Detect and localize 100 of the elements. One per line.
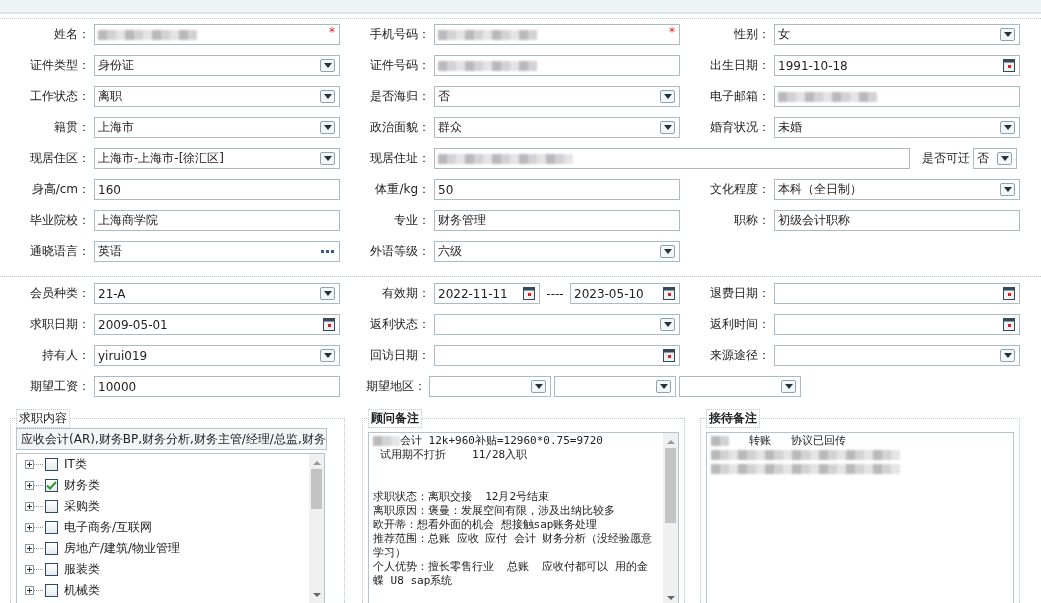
calendar-icon[interactable] bbox=[1003, 59, 1015, 72]
category-label[interactable]: 服装类 bbox=[64, 561, 100, 578]
summary-field[interactable]: 应收会计(AR),财务BP,财务分析,财务主管/经理/总监,财务 bbox=[16, 428, 327, 450]
field-label: 外语等级： bbox=[369, 243, 431, 260]
select-field[interactable] bbox=[434, 314, 680, 335]
scrollbar[interactable] bbox=[663, 433, 678, 603]
text-field[interactable]: 初级会计职称 bbox=[774, 210, 1020, 231]
expand-icon[interactable] bbox=[25, 586, 34, 595]
expand-icon[interactable] bbox=[25, 481, 34, 490]
expand-icon[interactable] bbox=[25, 544, 34, 553]
select-field[interactable]: yirui019 bbox=[94, 345, 340, 366]
checkbox[interactable] bbox=[45, 521, 58, 534]
calendar-icon[interactable] bbox=[663, 287, 675, 300]
field-label: 现居住区： bbox=[29, 150, 91, 167]
field-label: 持有人： bbox=[41, 347, 91, 364]
expand-icon[interactable] bbox=[25, 523, 34, 532]
select-field[interactable]: 未婚 bbox=[774, 117, 1020, 138]
select-field[interactable] bbox=[554, 376, 676, 397]
group-title: 顾问备注 bbox=[368, 409, 422, 428]
calendar-icon[interactable] bbox=[1003, 287, 1015, 300]
select-field[interactable]: 否 bbox=[434, 86, 680, 107]
note-textarea[interactable]: 会计 12k+960补贴=12960*0.75=9720 试用期不打折 11/28入职 求职状态：离职交接 12月2号结束 离职原因：褒曼：发展空间有限，涉及出纳比较多 欧开蒂：想看外面的机会 想接触sap账务处理 推荐范围：总账 应收 应付 会计 财务分析（没经验愿意学习） 个人优势：擅长零售行业 总账 应收付都可以 用的金蝶 U8 sap系统 bbox=[368, 432, 679, 603]
select-value: 上海市 bbox=[98, 119, 134, 136]
date-field[interactable] bbox=[434, 345, 680, 366]
date-field[interactable] bbox=[774, 314, 1020, 335]
checkbox[interactable] bbox=[45, 479, 58, 492]
field-label: 政治面貌： bbox=[369, 119, 431, 136]
field-label: 体重/kg： bbox=[374, 181, 431, 198]
select-value: 否 bbox=[438, 88, 450, 105]
calendar-icon[interactable] bbox=[663, 349, 675, 362]
text-field[interactable] bbox=[774, 86, 1020, 107]
calendar-icon[interactable] bbox=[323, 318, 335, 331]
select-field[interactable]: 离职 bbox=[94, 86, 340, 107]
select-field[interactable] bbox=[774, 345, 1020, 366]
text-field[interactable]: 10000 bbox=[94, 376, 340, 397]
date-field[interactable]: 2022-11-11 bbox=[434, 283, 540, 304]
select-field[interactable]: 上海市-上海市-[徐汇区] bbox=[94, 148, 340, 169]
blurred-text-icon bbox=[711, 463, 900, 475]
lookup-field[interactable]: 英语 bbox=[94, 241, 340, 262]
text-field[interactable]: 上海商学院 bbox=[94, 210, 340, 231]
category-label[interactable]: IT类 bbox=[64, 456, 87, 473]
select-field[interactable]: 否 bbox=[973, 148, 1017, 169]
field-label: 性别： bbox=[733, 26, 771, 43]
field-label: 身高/cm： bbox=[30, 181, 91, 198]
date-field[interactable] bbox=[774, 283, 1020, 304]
category-label[interactable]: 电子商务/互联网 bbox=[64, 519, 153, 536]
category-label[interactable]: 房地产/建筑/物业管理 bbox=[64, 540, 181, 557]
more-icon[interactable] bbox=[321, 249, 335, 254]
note-line: 试用期不打折 11/28入职 bbox=[378, 448, 529, 462]
category-label[interactable]: 财务类 bbox=[64, 477, 100, 494]
note-textarea[interactable]: 转账 协议已回传 bbox=[706, 432, 1014, 603]
select-field[interactable]: 身份证 bbox=[94, 55, 340, 76]
text-field[interactable]: 50 bbox=[434, 179, 680, 200]
select-field[interactable]: 女 bbox=[774, 24, 1020, 45]
expand-icon[interactable] bbox=[25, 460, 34, 469]
checkbox[interactable] bbox=[45, 542, 58, 555]
calendar-icon[interactable] bbox=[1003, 318, 1015, 331]
date-field[interactable]: 2009-05-01 bbox=[94, 314, 340, 335]
select-field[interactable] bbox=[429, 376, 551, 397]
note-line: 欧开蒂：想看外面的机会 想接触sap账务处理 bbox=[373, 518, 599, 532]
range-separator: ---- bbox=[545, 286, 565, 301]
field-value: 上海商学院 bbox=[98, 212, 158, 229]
text-field[interactable]: 160 bbox=[94, 179, 340, 200]
date-field[interactable]: 2023-05-10 bbox=[570, 283, 680, 304]
scrollbar[interactable] bbox=[309, 454, 324, 603]
text-field[interactable]: 财务管理 bbox=[434, 210, 680, 231]
note-line: 个人优势：擅长零售行业 总账 应收付都可以 用的金蝶 U8 sap系统 bbox=[373, 560, 650, 588]
select-field[interactable]: 群众 bbox=[434, 117, 680, 138]
checkbox[interactable] bbox=[45, 584, 58, 597]
checkbox[interactable] bbox=[45, 563, 58, 576]
text-field[interactable]: * bbox=[94, 24, 340, 45]
checkbox[interactable] bbox=[45, 458, 58, 471]
text-field[interactable] bbox=[434, 148, 910, 169]
expand-icon[interactable] bbox=[25, 565, 34, 574]
note-line: 推荐范围：总账 应收 应付 会计 财务分析（没经验愿意学习） bbox=[373, 532, 654, 560]
text-field[interactable] bbox=[434, 55, 680, 76]
field-label: 手机号码： bbox=[369, 26, 431, 43]
checkbox[interactable] bbox=[45, 500, 58, 513]
text-field[interactable]: * bbox=[434, 24, 680, 45]
date-value: 2022-11-11 bbox=[438, 286, 508, 301]
select-field[interactable]: 上海市 bbox=[94, 117, 340, 138]
field-label: 退费日期： bbox=[709, 285, 771, 302]
category-label[interactable]: 采购类 bbox=[64, 498, 100, 515]
field-label: 是否可迁 bbox=[921, 150, 971, 167]
field-label: 求职日期： bbox=[29, 316, 91, 333]
date-value: 1991-10-18 bbox=[778, 58, 848, 73]
select-value: 女 bbox=[778, 26, 790, 43]
select-field[interactable]: 本科（全日制） bbox=[774, 179, 1020, 200]
field-value: 初级会计职称 bbox=[778, 212, 850, 229]
select-field[interactable]: 六级 bbox=[434, 241, 680, 262]
field-label: 文化程度： bbox=[709, 181, 771, 198]
select-value: 六级 bbox=[438, 243, 462, 260]
select-value: 21-A bbox=[98, 286, 126, 301]
date-field[interactable]: 1991-10-18 bbox=[774, 55, 1020, 76]
select-field[interactable] bbox=[679, 376, 801, 397]
select-field[interactable]: 21-A bbox=[94, 283, 340, 304]
calendar-icon[interactable] bbox=[523, 287, 535, 300]
field-label: 回访日期： bbox=[369, 347, 431, 364]
expand-icon[interactable] bbox=[25, 502, 34, 511]
category-label[interactable]: 机械类 bbox=[64, 582, 100, 599]
